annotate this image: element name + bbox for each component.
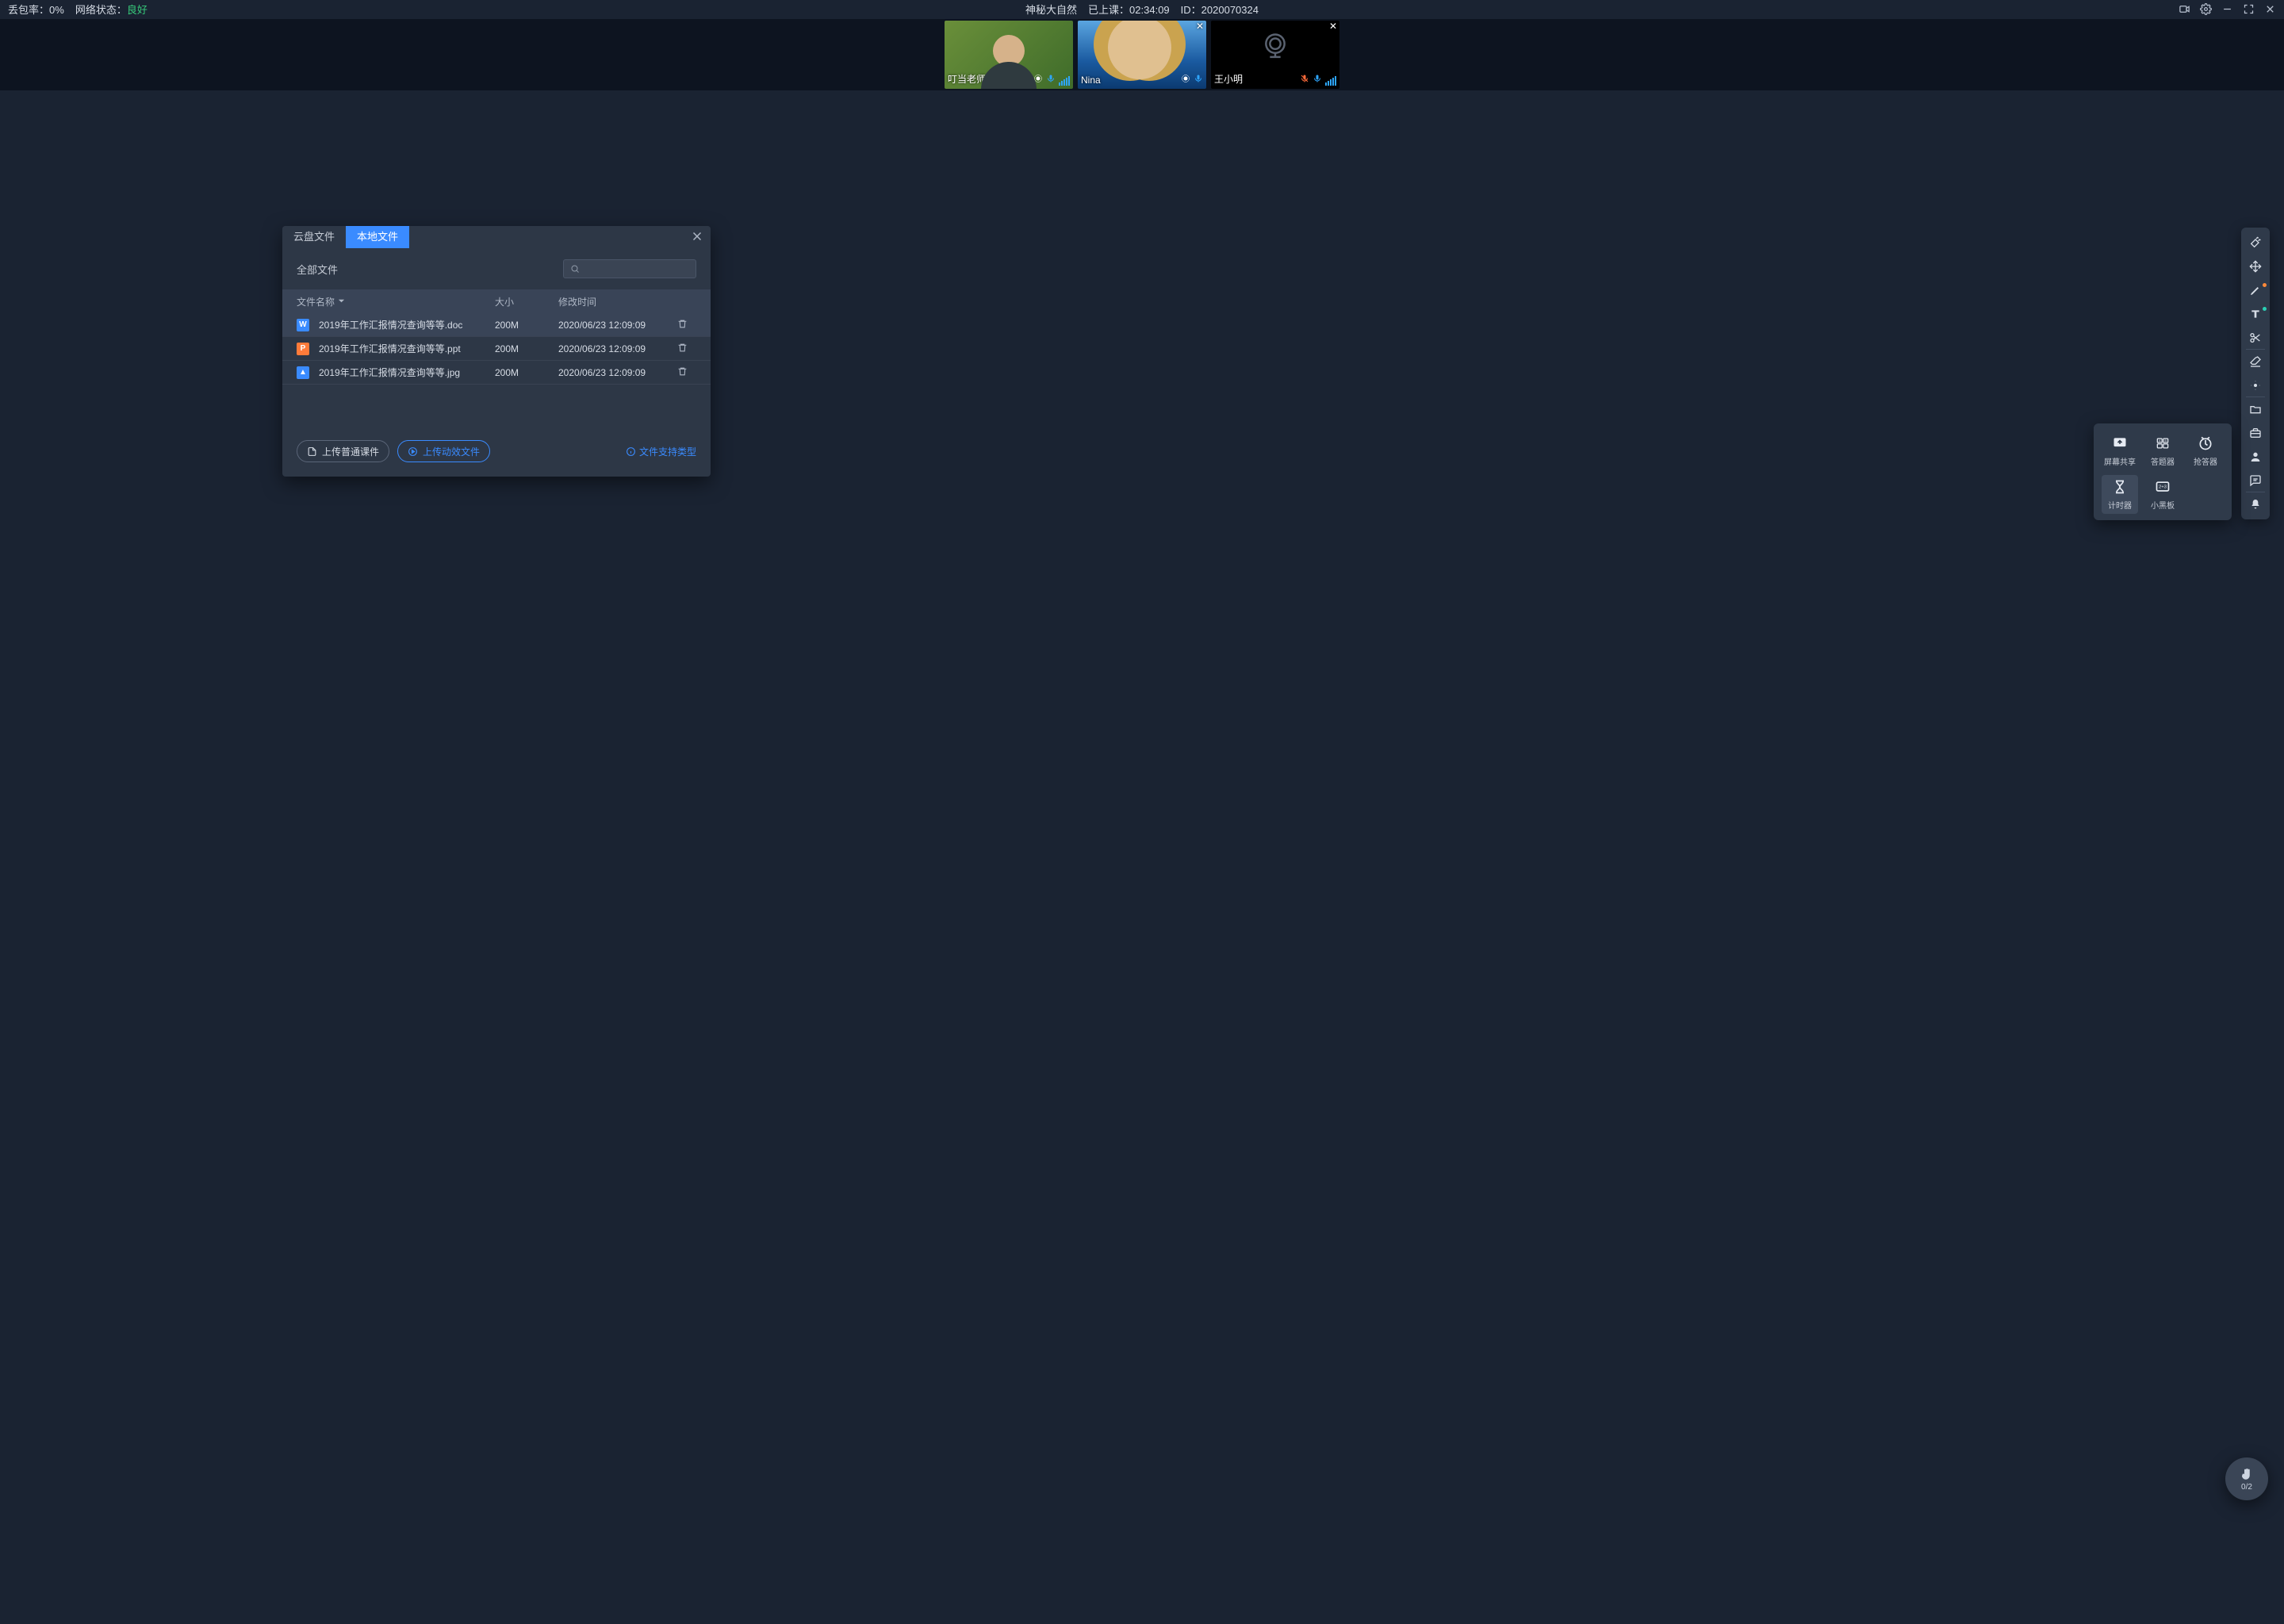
screen-share-icon [2109,435,2131,452]
mic-icon [1046,74,1056,86]
raise-hand-button[interactable]: 0/2 [2225,1457,2268,1500]
mic-icon [1313,74,1322,86]
tool-scissors[interactable] [2241,326,2270,350]
video-tile-student-1[interactable]: ✕ Nina [1078,21,1206,89]
file-time: 2020/06/23 12:09:09 [558,367,677,378]
file-type-icon: ▲ [297,366,309,379]
dialog-close-icon[interactable] [690,229,704,243]
answerer-icon: AB [2152,435,2174,452]
tab-local-files[interactable]: 本地文件 [346,226,409,248]
search-icon [570,264,580,274]
file-name: 2019年工作汇报情况查询等等.jpg [319,366,460,379]
close-icon[interactable] [2264,3,2276,15]
participant-name: 叮当老师 [948,72,986,86]
teaching-tools-popover: 屏幕共享 AB 答题器 抢答器 计时器 2+3 小黑板 [2094,423,2232,520]
minimize-icon[interactable] [2221,3,2233,15]
tool-participants[interactable] [2241,445,2270,469]
class-title: 神秘大自然 [1025,2,1077,17]
tool-move[interactable] [2241,255,2270,278]
tool-brightness[interactable] [2241,373,2270,397]
tool-toolbox[interactable] [2241,421,2270,445]
delete-icon[interactable] [677,343,696,355]
video-tile-teacher[interactable]: 叮当老师 [945,21,1073,89]
tool-timer[interactable]: 计时器 [2102,475,2138,514]
supported-types-link[interactable]: 文件支持类型 [626,445,696,458]
timer-icon [2109,478,2131,496]
all-files-label: 全部文件 [297,262,555,277]
video-tile-student-2[interactable]: ✕ 王小明 [1211,21,1339,89]
file-row[interactable]: ▲ 2019年工作汇报情况查询等等.jpg 200M 2020/06/23 12… [282,361,711,385]
tool-laser-pointer[interactable] [2241,231,2270,255]
file-name: 2019年工作汇报情况查询等等.ppt [319,342,461,355]
document-icon [307,446,317,457]
delete-icon[interactable] [677,366,696,379]
fullscreen-icon[interactable] [2243,3,2255,15]
tool-eraser[interactable] [2241,350,2270,373]
col-time-label[interactable]: 修改时间 [558,295,677,308]
file-rows: W 2019年工作汇报情况查询等等.doc 200M 2020/06/23 12… [282,313,711,385]
tool-blackboard[interactable]: 2+3 小黑板 [2144,475,2181,514]
file-dialog: 云盘文件 本地文件 全部文件 文件名称 大小 修改时间 W 2019年工作汇报情… [282,226,711,477]
session-id: ID：2020070324 [1181,2,1259,17]
tool-text[interactable] [2241,302,2270,326]
participant-name: Nina [1081,75,1101,86]
camera-icon [1181,74,1190,86]
participant-name: 王小明 [1214,72,1243,86]
tool-folder[interactable] [2241,397,2270,421]
camera-icon [1033,74,1043,86]
top-status-bar: 丢包率：0% 网络状态：良好 神秘大自然 已上课：02:34:09 ID：202… [0,0,2284,17]
buzzer-icon [2194,435,2217,452]
file-row[interactable]: W 2019年工作汇报情况查询等等.doc 200M 2020/06/23 12… [282,313,711,337]
dialog-tabs: 云盘文件 本地文件 [282,226,711,248]
svg-text:B: B [2165,439,2167,442]
tool-answerer[interactable]: AB 答题器 [2144,431,2181,470]
search-input[interactable] [563,259,696,278]
delete-icon[interactable] [677,319,696,331]
svg-text:A: A [2159,439,2161,442]
file-name: 2019年工作汇报情况查询等等.doc [319,318,462,331]
packet-loss: 丢包率：0% [8,2,64,17]
upload-animated-button[interactable]: 上传动效文件 [397,440,490,462]
tool-bell[interactable] [2241,492,2270,516]
tile-close-icon[interactable]: ✕ [1329,21,1337,32]
color-indicator-icon [2263,283,2267,287]
record-icon[interactable] [2179,3,2190,15]
camera-off-icon [1259,31,1291,65]
file-time: 2020/06/23 12:09:09 [558,343,677,354]
file-type-icon: P [297,343,309,355]
col-size-label[interactable]: 大小 [495,295,558,308]
mic-icon [1194,74,1203,86]
tile-close-icon[interactable]: ✕ [1196,21,1204,32]
color-indicator-icon [2263,307,2267,311]
upload-normal-button[interactable]: 上传普通课件 [297,440,389,462]
tool-buzzer[interactable]: 抢答器 [2187,431,2224,470]
play-circle-icon [408,446,418,457]
file-size: 200M [495,343,558,354]
gear-icon[interactable] [2200,3,2212,15]
svg-text:2+3: 2+3 [2159,485,2167,490]
file-type-icon: W [297,319,309,331]
file-row[interactable]: P 2019年工作汇报情况查询等等.ppt 200M 2020/06/23 12… [282,337,711,361]
tool-screen-share[interactable]: 屏幕共享 [2102,431,2138,470]
tool-chat[interactable] [2241,469,2270,492]
elapsed-time: 已上课：02:34:09 [1088,2,1170,17]
raise-hand-count: 0/2 [2241,1483,2252,1492]
video-strip: 叮当老师 ✕ Nina ✕ 王小明 [0,19,2284,90]
tab-cloud-files[interactable]: 云盘文件 [282,226,346,248]
tool-pen[interactable] [2241,278,2270,302]
hand-icon [2240,1467,2254,1481]
network-status: 网络状态：良好 [75,2,148,17]
file-time: 2020/06/23 12:09:09 [558,320,677,331]
mic-muted-icon [1300,74,1309,86]
right-toolbar [2241,228,2270,519]
blackboard-icon: 2+3 [2152,478,2174,496]
sort-caret-icon[interactable] [338,296,345,307]
info-icon [626,446,636,457]
col-name-label[interactable]: 文件名称 [297,295,335,308]
file-table-header: 文件名称 大小 修改时间 [282,289,711,313]
signal-bars-icon [1059,76,1070,86]
file-size: 200M [495,367,558,378]
file-size: 200M [495,320,558,331]
signal-bars-icon [1325,76,1336,86]
